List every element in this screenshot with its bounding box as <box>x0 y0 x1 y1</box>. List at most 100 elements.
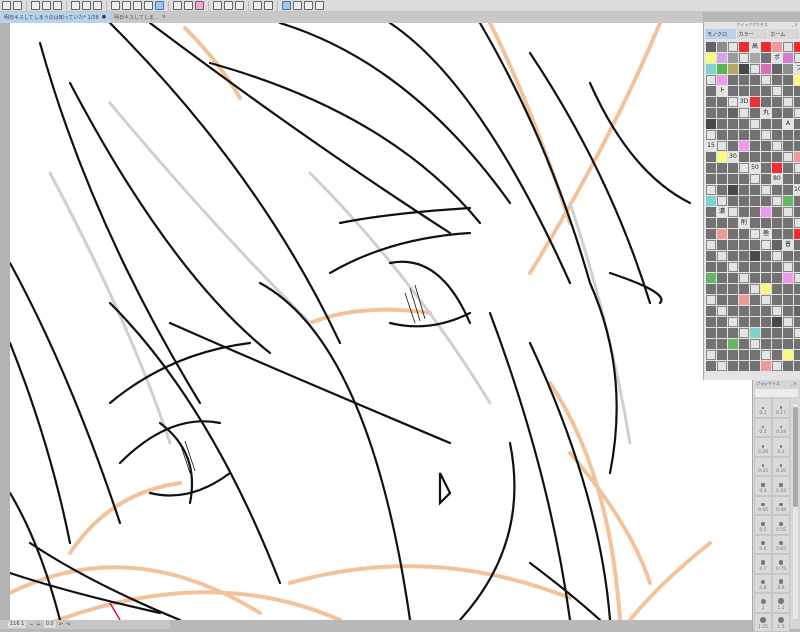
quick-access-tool-icon[interactable] <box>739 141 749 151</box>
quick-access-tool-icon[interactable] <box>783 273 793 283</box>
quick-access-tool-icon[interactable] <box>739 75 749 85</box>
quick-access-tool-icon[interactable] <box>794 152 800 162</box>
quick-access-tool-icon[interactable] <box>783 361 793 371</box>
quick-access-tool-icon[interactable] <box>739 328 749 338</box>
quick-access-tool-icon[interactable] <box>783 262 793 272</box>
quick-access-tool-icon[interactable] <box>728 207 738 217</box>
import-icon[interactable] <box>264 1 273 10</box>
quick-access-tool-icon[interactable] <box>794 196 800 206</box>
quick-access-tool-icon[interactable] <box>728 295 738 305</box>
quick-access-tool-icon[interactable] <box>783 97 793 107</box>
quick-access-tool-icon[interactable] <box>706 251 716 261</box>
quick-access-tool-icon[interactable] <box>761 262 771 272</box>
panel-close-button[interactable]: _ × <box>790 381 797 387</box>
quick-access-tool-icon[interactable] <box>750 207 760 217</box>
quick-access-tool-icon[interactable] <box>728 163 738 173</box>
quick-access-tool-icon[interactable] <box>739 174 749 184</box>
quick-access-tool-icon[interactable] <box>794 240 800 250</box>
quick-access-tool-icon[interactable] <box>794 218 800 228</box>
new-icon[interactable] <box>13 1 22 10</box>
quick-access-tool-icon[interactable] <box>794 251 800 261</box>
quick-access-tool-icon[interactable] <box>706 86 716 96</box>
quick-access-tool-icon[interactable] <box>728 174 738 184</box>
blend-icon[interactable] <box>315 1 324 10</box>
rotation-angle[interactable]: 0.0 <box>44 621 56 628</box>
quick-access-tool-icon[interactable] <box>706 152 716 162</box>
quick-access-tool-icon[interactable] <box>794 97 800 107</box>
quick-access-tool-icon[interactable] <box>750 152 760 162</box>
quick-access-tool-icon[interactable] <box>750 86 760 96</box>
quick-access-tool-icon[interactable] <box>761 152 771 162</box>
brush-size-option[interactable]: 0.5 <box>754 515 772 535</box>
brush-size-option[interactable]: 0.3 <box>772 437 790 457</box>
quick-access-tool-icon[interactable] <box>772 229 782 239</box>
quick-access-text-button[interactable]: 削除 <box>739 218 749 228</box>
quick-access-tool-icon[interactable] <box>706 75 716 85</box>
quick-access-tool-icon[interactable] <box>706 273 716 283</box>
quick-access-tool-icon[interactable] <box>728 141 738 151</box>
quick-access-tool-icon[interactable] <box>717 75 727 85</box>
quick-access-tool-icon[interactable] <box>750 361 760 371</box>
quick-access-tool-icon[interactable] <box>750 108 760 118</box>
quick-access-tool-icon[interactable] <box>706 130 716 140</box>
quick-access-tool-icon[interactable] <box>783 64 793 74</box>
rotate-right-icon[interactable]: ↷ <box>66 622 70 628</box>
quick-access-tool-icon[interactable] <box>761 350 771 360</box>
quick-access-tool-icon[interactable] <box>761 141 771 151</box>
quick-access-tool-icon[interactable] <box>717 273 727 283</box>
brush-size-option[interactable]: 0.35 <box>772 457 790 477</box>
quick-access-tool-icon[interactable] <box>772 196 782 206</box>
quick-access-tool-icon[interactable] <box>706 97 716 107</box>
brush-size-option[interactable]: 0.1 <box>754 398 772 418</box>
rotate-left-icon[interactable]: ↶ <box>59 622 63 628</box>
quick-access-tool-icon[interactable] <box>794 119 800 129</box>
quick-access-tool-icon[interactable] <box>772 306 782 316</box>
quick-access-tool-icon[interactable] <box>739 317 749 327</box>
quick-access-tool-icon[interactable] <box>706 317 716 327</box>
quick-access-tool-icon[interactable] <box>717 185 727 195</box>
quick-access-tool-icon[interactable] <box>750 141 760 151</box>
tab-document-2[interactable]: 明日キスしてしま...✕ <box>110 12 170 23</box>
quick-access-tool-icon[interactable] <box>772 119 782 129</box>
quick-access-tool-icon[interactable] <box>794 339 800 349</box>
quick-access-tool-icon[interactable] <box>761 251 771 261</box>
quick-access-tool-icon[interactable] <box>706 284 716 294</box>
quick-access-tool-icon[interactable] <box>706 218 716 228</box>
quick-access-tool-icon[interactable] <box>783 185 793 195</box>
quick-access-tool-icon[interactable] <box>717 196 727 206</box>
quick-access-tool-icon[interactable] <box>717 53 727 63</box>
quick-access-tool-icon[interactable] <box>750 251 760 261</box>
quick-access-tool-icon[interactable] <box>772 240 782 250</box>
quick-access-tool-icon[interactable] <box>794 174 800 184</box>
quick-access-tool-icon[interactable] <box>761 185 771 195</box>
quick-access-tool-icon[interactable] <box>717 284 727 294</box>
quick-access-tool-icon[interactable] <box>761 119 771 129</box>
brush-size-option[interactable]: 0.65 <box>772 535 790 555</box>
quick-access-tool-icon[interactable] <box>750 75 760 85</box>
brush-size-option[interactable]: 0.2 <box>754 418 772 438</box>
quick-access-tool-icon[interactable] <box>728 97 738 107</box>
quick-access-tool-icon[interactable] <box>761 361 771 371</box>
open-icon[interactable] <box>31 1 40 10</box>
quick-access-tool-icon[interactable] <box>706 361 716 371</box>
quick-access-tool-icon[interactable] <box>783 86 793 96</box>
brush-size-option[interactable]: 0.6 <box>754 535 772 555</box>
quick-access-tool-icon[interactable] <box>728 75 738 85</box>
quick-access-tool-icon[interactable] <box>706 328 716 338</box>
quick-access-tool-icon[interactable] <box>717 130 727 140</box>
quick-access-tool-icon[interactable] <box>794 141 800 151</box>
brush-size-option[interactable]: 0.7 <box>754 554 772 574</box>
quick-access-tool-icon[interactable] <box>728 284 738 294</box>
quick-access-tool-icon[interactable] <box>706 196 716 206</box>
quick-access-tool-icon[interactable] <box>761 42 771 52</box>
quick-access-tool-icon[interactable] <box>739 295 749 305</box>
quick-access-tool-icon[interactable] <box>750 306 760 316</box>
brush-size-option[interactable]: 0.33 <box>754 457 772 477</box>
fill2-icon[interactable] <box>184 1 193 10</box>
quick-access-tool-icon[interactable] <box>772 284 782 294</box>
quick-access-tool-icon[interactable] <box>750 97 760 107</box>
tab-monochrome[interactable]: モノクロ <box>705 29 736 39</box>
quick-access-tool-icon[interactable] <box>772 273 782 283</box>
quick-access-text-button[interactable]: 濃縮 <box>717 207 727 217</box>
brush-size-option[interactable]: 0.45 <box>754 496 772 516</box>
